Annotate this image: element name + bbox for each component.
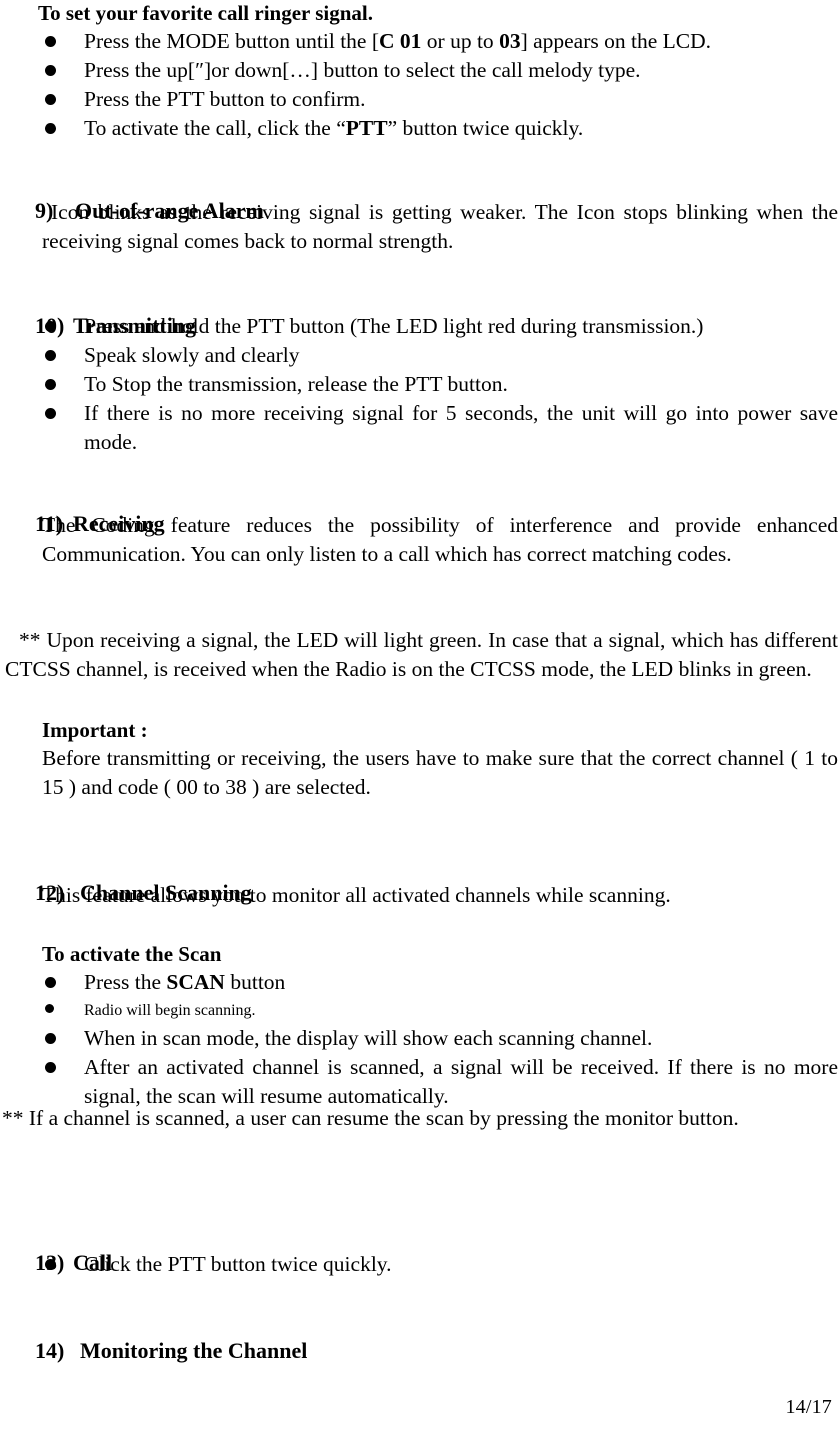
bullet-text: After an activated channel is scanned, a… xyxy=(84,1055,838,1108)
section-title: Monitoring the Channel xyxy=(80,1338,308,1363)
section-12-note: ** If a channel is scanned, a user can r… xyxy=(2,1104,822,1133)
list-item: Radio will begin scanning. xyxy=(42,997,838,1024)
section-9-body: Icon blinks as the receiving signal is g… xyxy=(42,198,838,256)
bullet-dot-icon xyxy=(45,350,56,362)
list-item: Press the PTT button to confirm. xyxy=(42,85,838,114)
scan-button-label: SCAN xyxy=(166,970,225,994)
bullet-dot-icon xyxy=(45,1259,56,1271)
bullet-dot-icon xyxy=(45,379,56,391)
bullet-text-post: button xyxy=(224,970,286,994)
bullet-dot-icon xyxy=(45,94,56,106)
bullet-text-post: ] appears on the LCD. xyxy=(520,29,712,53)
bullet-text: If there is no more receiving signal for… xyxy=(84,401,838,454)
bullet-text: Speak slowly and clearly xyxy=(84,343,300,367)
bullet-text: Press and hold the PTT button (The LED l… xyxy=(84,314,704,338)
list-item: To Stop the transmission, release the PT… xyxy=(42,370,838,399)
bullet-text: Press the up[″]or down[…] button to sele… xyxy=(84,58,641,82)
section-11-body: The Coding feature reduces the possibili… xyxy=(42,511,838,569)
lcd-code-03: 03 xyxy=(499,29,521,53)
bullet-dot-icon xyxy=(45,1004,54,1014)
section-10-bullet-list: Press and hold the PTT button (The LED l… xyxy=(42,312,838,457)
section-12-bullet-list: Press the SCAN button Radio will begin s… xyxy=(42,968,838,1111)
manual-page: To set your favorite call ringer signal.… xyxy=(0,0,840,1431)
bullet-text: When in scan mode, the display will show… xyxy=(84,1026,653,1050)
ringer-bullet-list: Press the MODE button until the [C 01 or… xyxy=(42,27,838,143)
section-12-body-text: This feature allows you to monitor all a… xyxy=(42,883,671,907)
bullet-text: Press the PTT button to confirm. xyxy=(84,87,366,111)
activate-scan-heading: To activate the Scan xyxy=(42,941,221,967)
ringer-heading-text: To set your favorite call ringer signal. xyxy=(38,1,374,25)
bullet-dot-icon xyxy=(45,1033,56,1045)
page-number: 14/17 xyxy=(785,1395,832,1419)
list-item: Press the up[″]or down[…] button to sele… xyxy=(42,56,838,85)
bullet-text-pre: Press the MODE button until the [ xyxy=(84,29,380,53)
bullet-text-mid: or up to xyxy=(421,29,500,53)
section-11-note: ** Upon receiving a signal, the LED will… xyxy=(5,626,838,684)
list-item: If there is no more receiving signal for… xyxy=(42,399,838,457)
lcd-code-c01: C 01 xyxy=(379,29,422,53)
section-11-body-text: The Coding feature reduces the possibili… xyxy=(42,513,838,566)
bullet-dot-icon xyxy=(45,408,56,420)
list-item: Press and hold the PTT button (The LED l… xyxy=(42,312,838,341)
important-body-text: Before transmitting or receiving, the us… xyxy=(42,746,838,799)
section-11-note-text: ** Upon receiving a signal, the LED will… xyxy=(5,628,838,681)
bullet-dot-icon xyxy=(45,1062,56,1074)
list-item: Click the PTT button twice quickly. xyxy=(42,1250,838,1279)
page-number-text: 14/17 xyxy=(785,1396,832,1418)
bullet-text-post: ” button twice quickly. xyxy=(387,116,584,140)
section-13-bullet-list: Click the PTT button twice quickly. xyxy=(42,1250,838,1279)
list-item: After an activated channel is scanned, a… xyxy=(42,1053,838,1111)
section-heading-14: 14) Monitoring the Channel xyxy=(13,1310,307,1391)
bullet-dot-icon xyxy=(45,65,56,77)
bullet-text: Radio will begin scanning. xyxy=(84,1002,256,1019)
bullet-dot-icon xyxy=(45,321,56,333)
bullet-dot-icon xyxy=(45,123,56,135)
bullet-text-pre: To activate the call, click the “ xyxy=(84,116,346,140)
section-12-body: This feature allows you to monitor all a… xyxy=(42,881,838,910)
important-label: Important : xyxy=(42,717,148,743)
bullet-text-pre: Press the xyxy=(84,970,167,994)
list-item: Press the SCAN button xyxy=(42,968,838,997)
bullet-dot-icon xyxy=(45,977,56,989)
ptt-button-label: PTT xyxy=(345,116,388,140)
bullet-text: To Stop the transmission, release the PT… xyxy=(84,372,508,396)
ringer-heading: To set your favorite call ringer signal. xyxy=(38,0,373,26)
important-body: Before transmitting or receiving, the us… xyxy=(42,744,838,802)
activate-scan-heading-text: To activate the Scan xyxy=(42,942,222,966)
bullet-text: Click the PTT button twice quickly. xyxy=(84,1252,392,1276)
section-12-note-text: ** If a channel is scanned, a user can r… xyxy=(2,1106,739,1130)
important-label-text: Important : xyxy=(42,718,148,742)
list-item: When in scan mode, the display will show… xyxy=(42,1024,838,1053)
list-item: To activate the call, click the “PTT” bu… xyxy=(42,114,838,143)
list-item: Speak slowly and clearly xyxy=(42,341,838,370)
section-number: 14) xyxy=(35,1338,65,1363)
list-item: Press the MODE button until the [C 01 or… xyxy=(42,27,838,56)
bullet-dot-icon xyxy=(45,36,56,48)
section-9-body-text: Icon blinks as the receiving signal is g… xyxy=(42,200,838,253)
